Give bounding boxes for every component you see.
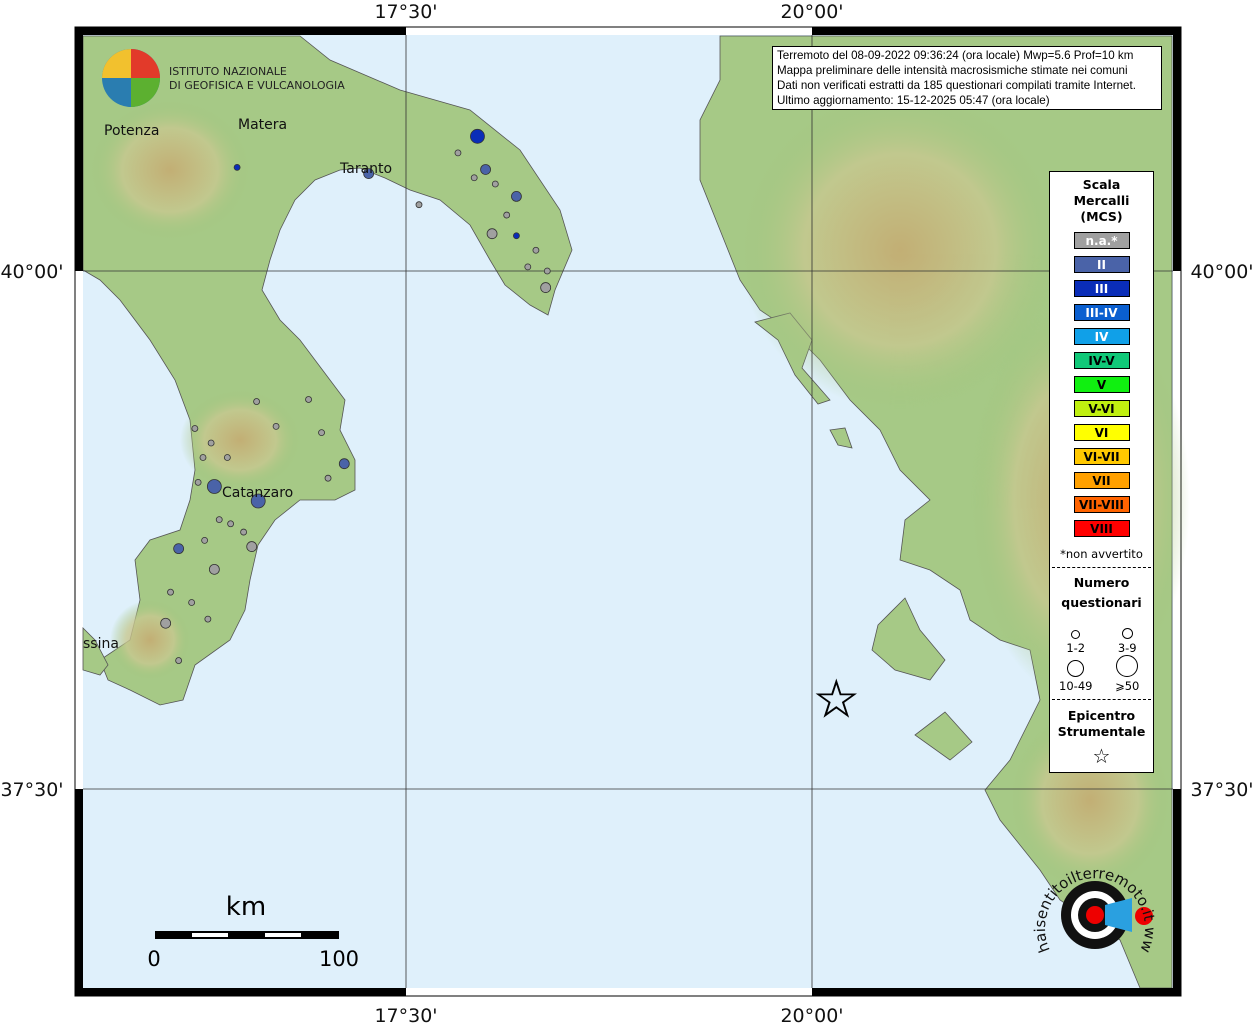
intensity-marker: [173, 543, 185, 555]
mcs-swatch: V: [1073, 376, 1130, 393]
mcs-swatch: III-IV: [1073, 304, 1130, 321]
count-label: ⩾50: [1115, 679, 1140, 693]
count-sizes: 1-2 3-9 10-49 ⩾50: [1050, 617, 1153, 693]
intensity-marker: [513, 232, 520, 240]
info-line-1: Terremoto del 08-09-2022 09:36:24 (ora l…: [777, 49, 1134, 62]
intensity-marker: [208, 563, 220, 575]
legend-title: Scala Mercalli (MCS): [1050, 177, 1153, 225]
mcs-swatch: n.a.*: [1073, 232, 1130, 249]
intensity-marker: [470, 174, 478, 182]
intensity-marker: [454, 149, 462, 157]
intensity-marker: [318, 429, 325, 437]
intensity-marker: [233, 163, 241, 171]
count-title-2: questionari: [1061, 595, 1142, 610]
intensity-marker: [253, 398, 260, 405]
intensity-marker: [240, 528, 248, 536]
intensity-marker: [338, 458, 350, 470]
intensity-marker: [524, 263, 532, 271]
legend-title-3: (MCS): [1080, 209, 1123, 224]
intensity-marker: [194, 478, 202, 486]
intensity-marker: [188, 599, 196, 606]
place-messina: ssina: [83, 636, 119, 652]
intensity-marker: [511, 191, 522, 202]
count-label: 3-9: [1117, 641, 1137, 655]
divider: [1052, 699, 1151, 700]
intensity-marker: [503, 211, 511, 219]
info-line-3: Dati non verificati estratti da 185 ques…: [777, 79, 1136, 92]
intensity-marker: [175, 657, 183, 664]
intensity-marker: [227, 520, 235, 528]
intensity-marker: [206, 479, 222, 494]
scale-unit: km: [226, 892, 266, 922]
size-circle-icon: [1116, 655, 1139, 677]
intensity-marker: [480, 164, 491, 175]
scale-max: 100: [319, 947, 359, 971]
star-icon: ☆: [1092, 744, 1111, 768]
lon-label-top-2: 20°00': [780, 1, 843, 23]
mcs-swatch: II: [1073, 256, 1130, 273]
lon-label-bottom-2: 20°00': [780, 1005, 843, 1024]
lon-label-top-1: 17°30': [374, 1, 437, 23]
logo-line1: ISTITUTO NAZIONALE: [169, 65, 287, 78]
mcs-swatch: VII-VIII: [1073, 496, 1130, 513]
intensity-marker: [543, 267, 551, 275]
intensity-marker: [204, 615, 212, 623]
intensity-marker: [160, 617, 172, 629]
place-catanzaro: Catanzaro: [222, 485, 293, 501]
lat-label-right-1: 40°00': [1190, 261, 1253, 283]
mcs-swatch: IV: [1073, 328, 1130, 345]
place-matera: Matera: [238, 117, 287, 133]
intensity-marker: [201, 536, 209, 544]
intensity-marker: [191, 425, 199, 432]
lat-label-left-1: 40°00': [0, 261, 63, 283]
intensity-marker: [246, 541, 258, 552]
intensity-marker: [540, 282, 552, 293]
logo-line2: DI GEOFISICA E VULCANOLOGIA: [169, 79, 345, 92]
intensity-marker: [215, 516, 223, 524]
size-circle-icon: [1067, 660, 1085, 677]
epi-title-1: Epicentro: [1067, 708, 1136, 723]
intensity-marker: [415, 201, 423, 209]
mcs-swatch: IV-V: [1073, 352, 1130, 369]
mcs-swatches: n.a.* II III III-IV IV IV-V V V-VI VI VI-VII VII VI…: [1050, 232, 1153, 537]
place-potenza: Potenza: [104, 123, 159, 139]
na-note: *non avvertito: [1060, 547, 1143, 561]
intensity-marker: [272, 422, 280, 430]
info-line-2: Mappa preliminare delle intensità macros…: [777, 64, 1128, 77]
epi-title-2: Strumentale: [1057, 724, 1146, 739]
intensity-marker: [486, 228, 498, 240]
mcs-swatch: VI: [1073, 424, 1130, 441]
intensity-marker: [167, 588, 174, 596]
lat-label-right-2: 37°30': [1190, 779, 1253, 801]
count-title-1: Numero: [1073, 575, 1130, 590]
legend: Scala Mercalli (MCS) n.a.* II III III-IV IV I…: [1049, 171, 1154, 773]
epicenter-star: ☆: [813, 670, 860, 730]
legend-title-1: Scala: [1082, 177, 1121, 192]
intensity-marker: [199, 454, 207, 461]
intensity-marker: [491, 180, 499, 188]
intensity-marker: [305, 396, 312, 403]
lat-label-left-2: 37°30': [0, 779, 63, 801]
intensity-marker: [207, 439, 215, 447]
size-circle-icon: [1071, 630, 1081, 639]
count-label: 10-49: [1059, 679, 1093, 693]
divider: [1052, 567, 1151, 568]
scale-min: 0: [147, 947, 160, 971]
mcs-swatch: VII: [1073, 472, 1130, 489]
intensity-marker: [223, 454, 231, 461]
lon-label-bottom-1: 17°30': [374, 1005, 437, 1024]
info-line-4: Ultimo aggiornamento: 15-12-2025 05:47 (…: [777, 94, 1050, 107]
mcs-swatch: V-VI: [1073, 400, 1130, 417]
place-taranto: Taranto: [339, 161, 392, 177]
intensity-marker: [532, 246, 540, 254]
mcs-swatch: VI-VII: [1073, 448, 1130, 465]
mcs-swatch: VIII: [1073, 520, 1130, 537]
legend-title-2: Mercalli: [1073, 193, 1130, 208]
mcs-swatch: III: [1073, 280, 1130, 297]
size-circle-icon: [1121, 628, 1133, 639]
count-label: 1-2: [1066, 641, 1086, 655]
event-info-box: Terremoto del 08-09-2022 09:36:24 (ora l…: [772, 46, 1162, 110]
intensity-marker: [470, 128, 485, 144]
intensity-marker: [324, 474, 332, 482]
